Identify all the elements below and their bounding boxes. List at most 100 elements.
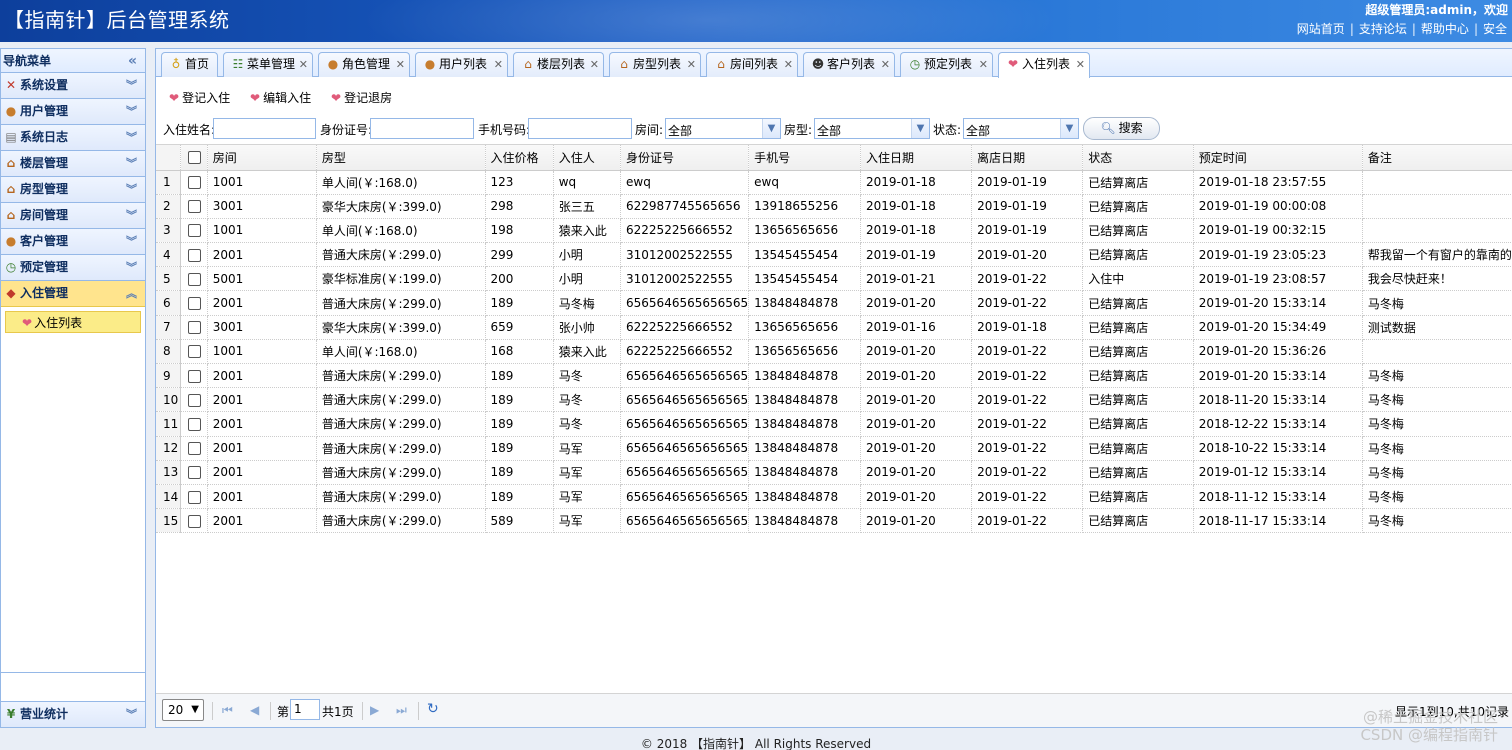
- tab-roomtype-list[interactable]: ⌂ 房型列表 ✕: [609, 52, 701, 77]
- close-icon[interactable]: ✕: [299, 53, 308, 76]
- close-icon[interactable]: ✕: [1076, 53, 1085, 76]
- column-header[interactable]: 入住人: [553, 145, 622, 171]
- select-all-checkbox[interactable]: [180, 145, 208, 171]
- tab-customer-list[interactable]: ☻ 客户列表 ✕: [803, 52, 895, 77]
- link-home[interactable]: 网站首页: [1292, 22, 1350, 36]
- table-row[interactable]: 11 2001 普通大床房(￥:299.0) 189 马冬 656564656565656…: [156, 411, 1512, 437]
- table-row[interactable]: 12 2001 普通大床房(￥:299.0) 189 马军 656564656565656…: [156, 436, 1512, 461]
- row-checkbox[interactable]: [180, 436, 208, 461]
- edit-checkin-button[interactable]: ❤ 编辑入住: [250, 88, 311, 108]
- table-header-row: 房间 房型 入住价格 入住人 身份证号 手机号 入住日期 离店日期 状态 预定时…: [156, 145, 1512, 171]
- roomtype-select[interactable]: 全部 ▼: [814, 118, 930, 139]
- row-checkbox[interactable]: [180, 170, 208, 195]
- sidebar-item-system-settings[interactable]: ✕ 系统设置 ︾: [1, 73, 145, 99]
- column-header[interactable]: 房型: [316, 145, 486, 171]
- last-page-icon[interactable]: ⏭: [396, 703, 407, 718]
- row-checkbox[interactable]: [180, 363, 208, 389]
- row-checkbox[interactable]: [180, 484, 208, 510]
- prev-page-icon[interactable]: ◀: [250, 703, 259, 717]
- close-icon[interactable]: ✕: [687, 53, 696, 76]
- close-icon[interactable]: ✕: [784, 53, 793, 76]
- sidebar-item-business-stats[interactable]: ¥ 营业统计 ︾: [1, 701, 145, 727]
- column-header[interactable]: 离店日期: [971, 145, 1084, 171]
- table-row[interactable]: 10 2001 普通大床房(￥:299.0) 189 马冬 656564656565656…: [156, 387, 1512, 413]
- table-cell: 2019-01-20: [860, 387, 973, 413]
- checkout-button[interactable]: ❤ 登记退房: [331, 88, 392, 108]
- status-select[interactable]: 全部 ▼: [963, 118, 1079, 139]
- next-page-icon[interactable]: ▶: [370, 703, 379, 717]
- row-checkbox[interactable]: [180, 387, 208, 413]
- column-header[interactable]: 备注: [1362, 145, 1512, 171]
- column-header[interactable]: 状态: [1082, 145, 1194, 171]
- page-number-input[interactable]: 1: [290, 699, 320, 720]
- close-icon[interactable]: ✕: [979, 53, 988, 76]
- tab-reservation-list[interactable]: ◷ 预定列表 ✕: [900, 52, 993, 77]
- column-header[interactable]: 房间: [207, 145, 317, 171]
- table-row[interactable]: 13 2001 普通大床房(￥:299.0) 189 马军 656564656565656…: [156, 460, 1512, 485]
- link-help[interactable]: 帮助中心: [1416, 22, 1474, 36]
- table-row[interactable]: 5 5001 豪华标准房(￥:199.0) 200 小明 31012002522555 13…: [156, 266, 1512, 292]
- sidebar-item-floor-management[interactable]: ⌂ 楼层管理 ︾: [1, 151, 145, 177]
- sidebar-item-room-management[interactable]: ⌂ 房间管理 ︾: [1, 203, 145, 229]
- idcard-input[interactable]: [370, 118, 474, 139]
- table-row[interactable]: 1 1001 单人间(￥:168.0) 123 wq ewq ewq 2019-01-18 20…: [156, 170, 1512, 195]
- table-row[interactable]: 4 2001 普通大床房(￥:299.0) 299 小明 31012002522555 13…: [156, 242, 1512, 268]
- search-button[interactable]: 🔍︎ 搜索: [1083, 117, 1160, 140]
- add-checkin-button[interactable]: ❤ 登记入住: [169, 88, 230, 108]
- table-row[interactable]: 2 3001 豪华大床房(￥:399.0) 298 张三五 622987745565656…: [156, 194, 1512, 219]
- tab-user-list[interactable]: ● 用户列表 ✕: [415, 52, 508, 77]
- close-icon[interactable]: ✕: [396, 53, 405, 76]
- column-header[interactable]: 入住日期: [860, 145, 973, 171]
- first-page-icon[interactable]: ⏮: [222, 703, 233, 718]
- tab-home[interactable]: ♁ 首页: [161, 52, 218, 77]
- sidebar-item-checkin-management[interactable]: ◆ 入住管理 ︽: [1, 281, 145, 307]
- tab-room-list[interactable]: ⌂ 房间列表 ✕: [706, 52, 798, 77]
- table-row[interactable]: 9 2001 普通大床房(￥:299.0) 189 马冬 6565646565656565…: [156, 363, 1512, 389]
- row-checkbox[interactable]: [180, 218, 208, 244]
- row-checkbox[interactable]: [180, 460, 208, 485]
- row-checkbox[interactable]: [180, 194, 208, 219]
- phone-input[interactable]: [528, 118, 632, 139]
- column-header[interactable]: 预定时间: [1193, 145, 1363, 171]
- table-body: 1 1001 单人间(￥:168.0) 123 wq ewq ewq 2019-01-18 20…: [156, 170, 1512, 534]
- sidebar-subitem-checkin-list[interactable]: ❤ 入住列表: [5, 311, 141, 333]
- table-row[interactable]: 15 2001 普通大床房(￥:299.0) 589 马军 656564656565656…: [156, 508, 1512, 534]
- row-checkbox[interactable]: [180, 242, 208, 268]
- sidebar-item-roomtype-management[interactable]: ⌂ 房型管理 ︾: [1, 177, 145, 203]
- tab-menu-management[interactable]: ☷ 菜单管理 ✕: [223, 52, 313, 77]
- tab-floor-list[interactable]: ⌂ 楼层列表 ✕: [513, 52, 604, 77]
- table-row[interactable]: 8 1001 单人间(￥:168.0) 168 猿来入此 62225225666552 13…: [156, 339, 1512, 365]
- column-header[interactable]: 手机号: [748, 145, 861, 171]
- sidebar-item-system-log[interactable]: ▤ 系统日志 ︾: [1, 125, 145, 151]
- close-icon[interactable]: ✕: [494, 53, 503, 76]
- sidebar-item-reservation-management[interactable]: ◷ 预定管理 ︾: [1, 255, 145, 281]
- room-select[interactable]: 全部 ▼: [665, 118, 781, 139]
- row-number: 7: [156, 315, 182, 340]
- collapse-icon[interactable]: «: [128, 49, 137, 73]
- table-cell: 普通大床房(￥:299.0): [316, 460, 486, 485]
- row-checkbox[interactable]: [180, 315, 208, 340]
- row-checkbox[interactable]: [180, 266, 208, 292]
- page-size-select[interactable]: 20 ▼: [162, 699, 204, 721]
- sidebar-item-customer-management[interactable]: ● 客户管理 ︾: [1, 229, 145, 255]
- tab-checkin-list[interactable]: ❤ 入住列表 ✕: [998, 52, 1090, 78]
- link-forum[interactable]: 支持论坛: [1354, 22, 1412, 36]
- link-security[interactable]: 安全: [1478, 22, 1512, 36]
- tab-role-management[interactable]: ● 角色管理 ✕: [318, 52, 410, 77]
- row-checkbox[interactable]: [180, 290, 208, 316]
- name-input[interactable]: [213, 118, 316, 139]
- close-icon[interactable]: ✕: [590, 53, 599, 76]
- sidebar-item-user-management[interactable]: ● 用户管理 ︾: [1, 99, 145, 125]
- table-row[interactable]: 3 1001 单人间(￥:168.0) 198 猿来入此 62225225666552 13…: [156, 218, 1512, 244]
- table-cell: 13848484878: [748, 387, 861, 413]
- table-row[interactable]: 7 3001 豪华大床房(￥:399.0) 659 张小帅 62225225666552 1…: [156, 315, 1512, 340]
- table-row[interactable]: 6 2001 普通大床房(￥:299.0) 189 马冬梅 656564656565656…: [156, 290, 1512, 316]
- refresh-icon[interactable]: ↻: [427, 701, 439, 717]
- column-header[interactable]: 身份证号: [620, 145, 750, 171]
- row-checkbox[interactable]: [180, 339, 208, 365]
- row-checkbox[interactable]: [180, 411, 208, 437]
- table-row[interactable]: 14 2001 普通大床房(￥:299.0) 189 马军 656564656565656…: [156, 484, 1512, 510]
- row-checkbox[interactable]: [180, 508, 208, 534]
- column-header[interactable]: 入住价格: [485, 145, 554, 171]
- close-icon[interactable]: ✕: [881, 53, 890, 76]
